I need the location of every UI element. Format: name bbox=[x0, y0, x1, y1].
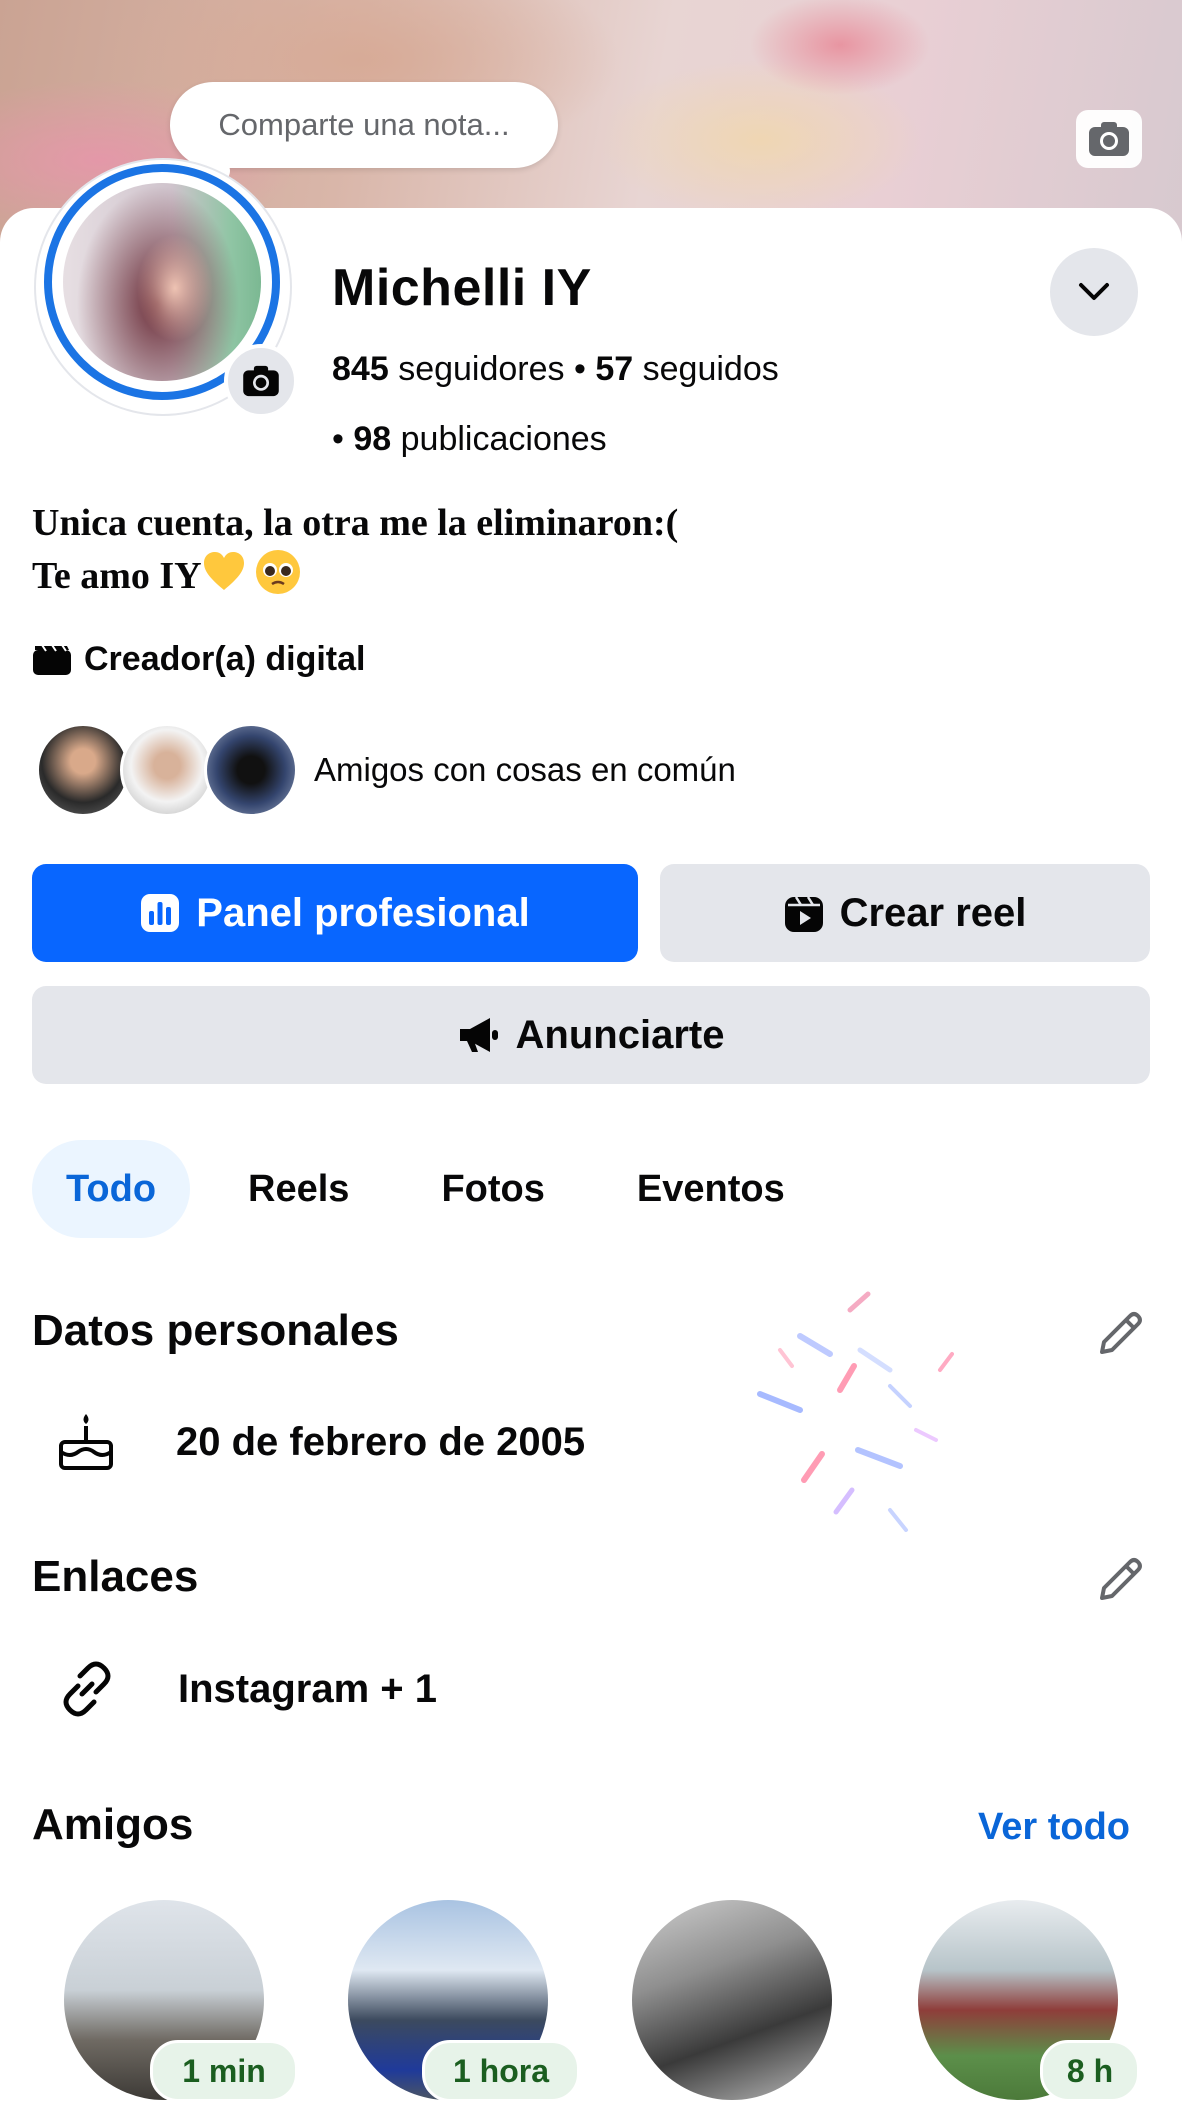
create-reel-button[interactable]: Crear reel bbox=[660, 864, 1150, 962]
following-count: 57 bbox=[595, 350, 634, 388]
posts-label: publicaciones bbox=[400, 420, 607, 458]
personal-data-title: Datos personales bbox=[32, 1306, 399, 1355]
pencil-icon[interactable] bbox=[1092, 1306, 1148, 1362]
cover-camera-button[interactable] bbox=[1076, 110, 1142, 168]
clapperboard-icon bbox=[33, 643, 71, 675]
reel-icon bbox=[784, 896, 823, 932]
advertise-label: Anunciarte bbox=[515, 1012, 725, 1057]
yellow-heart-icon bbox=[203, 552, 244, 590]
followers-count: 845 bbox=[332, 350, 389, 388]
chevron-down-icon bbox=[1079, 283, 1109, 300]
friend-status-badge: 8 h bbox=[1040, 2040, 1140, 2102]
mutual-friends-label: Amigos con cosas en común bbox=[314, 751, 736, 788]
separator-dot: • bbox=[573, 350, 596, 388]
avatar[interactable] bbox=[63, 183, 261, 381]
mutual-friend-avatar bbox=[36, 723, 130, 817]
note-bubble[interactable]: Comparte una nota... bbox=[170, 82, 558, 168]
bio-line-2: Te amo IY bbox=[32, 555, 202, 597]
avatar-camera-button[interactable] bbox=[224, 344, 298, 418]
tab-fotos[interactable]: Fotos bbox=[407, 1140, 578, 1238]
create-reel-label: Crear reel bbox=[839, 890, 1027, 935]
profile-name: Michelli IY bbox=[332, 259, 592, 317]
friend-status-badge: 1 hora bbox=[422, 2040, 580, 2102]
links-row[interactable]: Instagram + 1 bbox=[56, 1658, 437, 1720]
links-value: Instagram + 1 bbox=[178, 1666, 438, 1711]
profile-posts-line: • 98 publicaciones bbox=[332, 420, 607, 459]
profile-category: Creador(a) digital bbox=[32, 640, 365, 679]
cake-icon bbox=[59, 1414, 113, 1470]
sparkle-decoration bbox=[757, 1291, 954, 1532]
tab-todo[interactable]: Todo bbox=[32, 1140, 191, 1238]
advertise-button[interactable]: Anunciarte bbox=[32, 986, 1150, 1084]
note-placeholder: Comparte una nota... bbox=[218, 107, 510, 142]
megaphone-icon bbox=[459, 1018, 498, 1052]
birthday-value: 20 de febrero de 2005 bbox=[176, 1419, 586, 1464]
profile-tabs: Todo Reels Fotos Eventos bbox=[32, 1140, 843, 1238]
chart-icon bbox=[141, 894, 180, 932]
mutual-friends[interactable]: Amigos con cosas en común bbox=[36, 723, 736, 817]
pleading-face-icon bbox=[255, 550, 300, 594]
profile-dropdown-button[interactable] bbox=[1050, 248, 1138, 336]
posts-count: 98 bbox=[353, 420, 392, 458]
bio-line-1: Unica cuenta, la otra me la eliminaron:( bbox=[32, 502, 679, 544]
camera-icon bbox=[1089, 122, 1129, 156]
profile-stats-line[interactable]: 845 seguidores • 57 seguidos bbox=[332, 350, 779, 389]
mutual-friend-avatar bbox=[204, 723, 298, 817]
tab-eventos[interactable]: Eventos bbox=[603, 1140, 819, 1238]
professional-dashboard-button[interactable]: Panel profesional bbox=[32, 864, 638, 962]
friend-avatar[interactable] bbox=[632, 1900, 832, 2100]
tab-reels[interactable]: Reels bbox=[214, 1140, 383, 1238]
pencil-icon[interactable] bbox=[1092, 1552, 1148, 1608]
followers-label: seguidores bbox=[398, 350, 565, 388]
camera-icon bbox=[243, 365, 279, 397]
mutual-friend-avatar bbox=[120, 723, 214, 817]
following-label: seguidos bbox=[642, 350, 779, 388]
professional-dashboard-label: Panel profesional bbox=[196, 890, 530, 935]
category-label: Creador(a) digital bbox=[84, 640, 366, 678]
birthday-row: 20 de febrero de 2005 bbox=[56, 1412, 585, 1472]
friends-title: Amigos bbox=[32, 1800, 194, 1849]
bio: Unica cuenta, la otra me la eliminaron:(… bbox=[32, 498, 678, 601]
separator-dot: • bbox=[332, 420, 354, 458]
friend-status-badge: 1 min bbox=[150, 2040, 298, 2102]
see-all-friends-link[interactable]: Ver todo bbox=[978, 1806, 1130, 1849]
links-title: Enlaces bbox=[32, 1552, 199, 1601]
link-icon bbox=[63, 1661, 111, 1717]
